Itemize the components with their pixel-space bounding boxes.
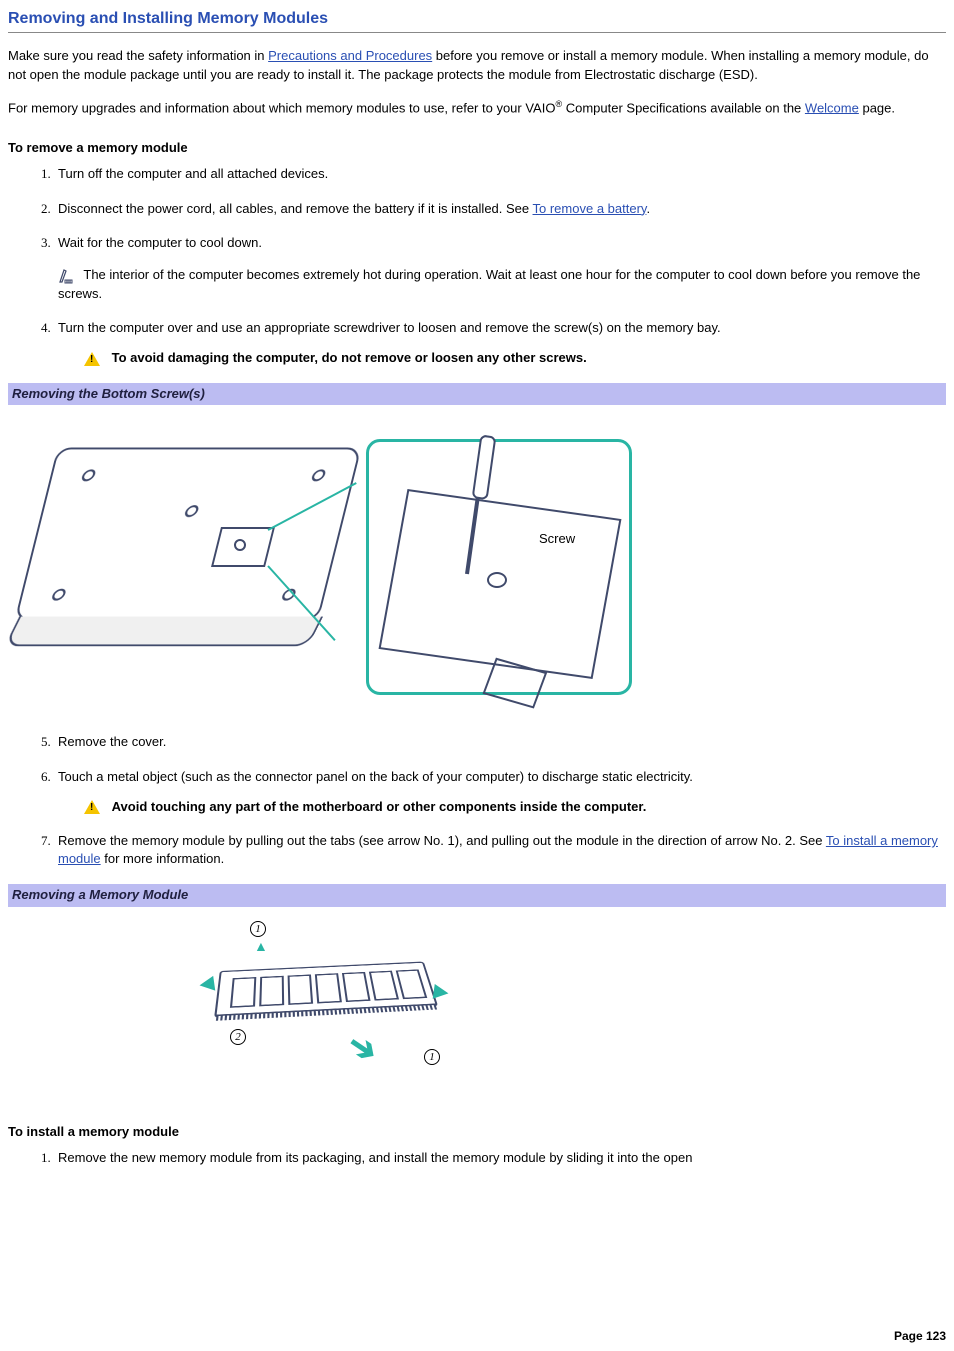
arrow-icon: ▲ [254,937,268,957]
note-block: The interior of the computer becomes ext… [58,266,946,303]
step-3: Wait for the computer to cool down. The … [54,234,946,303]
text: for more information. [101,851,225,866]
step-6: Touch a metal object (such as the connec… [54,768,946,816]
warning-icon [84,800,100,814]
warning-text: To avoid damaging the computer, do not r… [112,350,587,365]
warning-icon [84,352,100,366]
remove-steps-cont: Remove the cover. Touch a metal object (… [8,733,946,868]
arrow-icon: ➔ [337,1021,387,1076]
step-4: Turn the computer over and use an approp… [54,319,946,367]
text: Wait for the computer to cool down. [58,235,262,250]
figure-caption-1: Removing the Bottom Screw(s) [8,383,946,405]
figure-1: Screw [8,405,946,733]
text: Turn the computer over and use an approp… [58,320,721,335]
step-1: Turn off the computer and all attached d… [54,165,946,183]
arrow-icon: ▶ [432,978,449,1005]
note-icon [58,267,76,285]
warning-block: Avoid touching any part of the motherboa… [84,798,946,816]
memory-module-illustration [214,961,438,1017]
figure-caption-2: Removing a Memory Module [8,884,946,906]
intro-paragraph-2: For memory upgrades and information abou… [8,98,946,118]
note-text: The interior of the computer becomes ext… [58,267,920,301]
remove-steps: Turn off the computer and all attached d… [8,165,946,367]
page-number: Page 123 [894,1328,946,1345]
page-title: Removing and Installing Memory Modules [8,8,946,33]
arrow-icon: ◀ [198,970,215,997]
install-step-1: Remove the new memory module from its pa… [54,1149,946,1167]
section-install-heading: To install a memory module [8,1123,946,1141]
section-remove-heading: To remove a memory module [8,139,946,157]
step-5: Remove the cover. [54,733,946,751]
laptop-illustration [14,448,361,621]
text: . [646,201,650,216]
text: page. [859,100,895,115]
step-2: Disconnect the power cord, all cables, a… [54,200,946,218]
callout-1-bottom: 1 [424,1047,440,1065]
text: Touch a metal object (such as the connec… [58,769,693,784]
warning-text: Avoid touching any part of the motherboa… [112,799,647,814]
text: Make sure you read the safety informatio… [8,48,268,63]
warning-block: To avoid damaging the computer, do not r… [84,349,946,367]
precautions-link[interactable]: Precautions and Procedures [268,48,432,63]
intro-paragraph-1: Make sure you read the safety informatio… [8,47,946,83]
zoom-panel: Screw [366,439,632,695]
figure-2: ◀ ▶ ▲ ➔ 1 2 1 [8,907,946,1101]
screw-label: Screw [539,530,575,548]
text: Remove the memory module by pulling out … [58,833,826,848]
callout-2: 2 [230,1027,246,1045]
callout-1-top: 1 [250,919,266,937]
remove-battery-link[interactable]: To remove a battery [533,201,647,216]
install-steps: Remove the new memory module from its pa… [8,1149,946,1167]
text: Disconnect the power cord, all cables, a… [58,201,533,216]
step-7: Remove the memory module by pulling out … [54,832,946,868]
text: For memory upgrades and information abou… [8,100,555,115]
text: Computer Specifications available on the [562,100,805,115]
welcome-link[interactable]: Welcome [805,100,859,115]
